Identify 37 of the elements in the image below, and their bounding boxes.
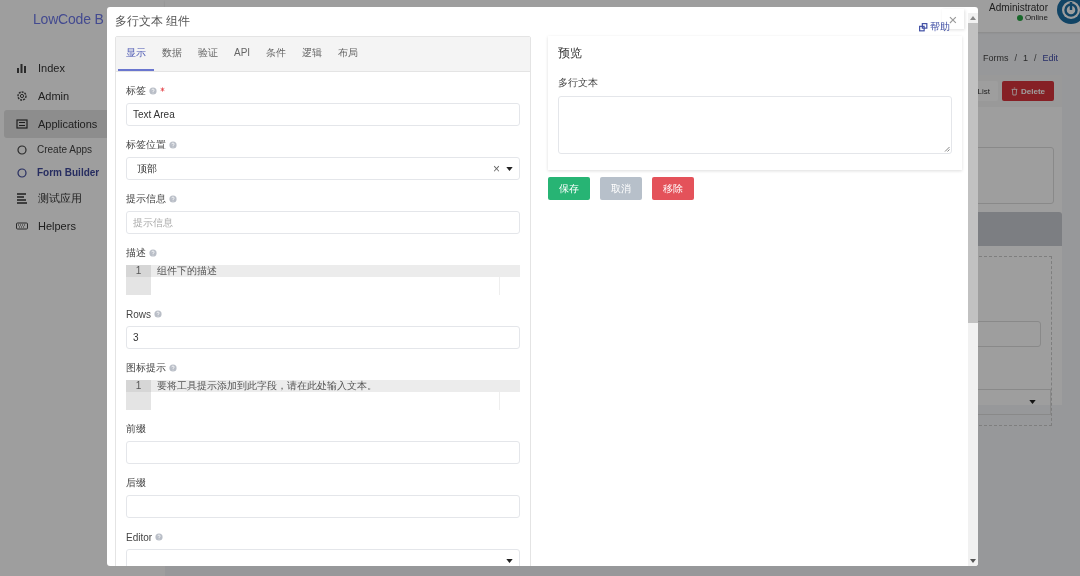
code-editor[interactable]: 1 要将工具提示添加到此字段，请在此处输入文本。 (126, 380, 520, 410)
code-editor[interactable]: 1 组件下的描述 (126, 265, 520, 295)
field-label: 前缀 (126, 422, 146, 436)
input-field[interactable]: 3 (126, 326, 520, 349)
preview-title: 预览 (558, 45, 583, 62)
field-label: Rows (126, 308, 151, 320)
line-number: 1 (126, 380, 151, 392)
breadcrumb-item: 1 (1022, 53, 1028, 63)
breadcrumb-item: Forms (982, 53, 1009, 63)
clear-button[interactable]: × (493, 161, 500, 176)
breadcrumb-item[interactable]: Edit (1042, 53, 1058, 63)
field-label: 后缀 (126, 476, 146, 490)
action-button[interactable]: Delete (1002, 81, 1054, 101)
dialog-button[interactable]: 移除 (652, 177, 694, 200)
tab[interactable]: 验证 (190, 37, 226, 71)
tab[interactable]: 条件 (258, 37, 295, 71)
tab[interactable]: API (226, 37, 259, 71)
tab[interactable]: 布局 (330, 37, 367, 71)
field-label: 图标提示 (126, 361, 166, 375)
tab[interactable]: 显示 (118, 37, 154, 71)
field-label: Editor (126, 531, 153, 543)
tab[interactable]: 逻辑 (294, 37, 331, 71)
input-field[interactable]: Text Area (126, 103, 520, 126)
field-label: 标签位置 (126, 138, 166, 152)
tab[interactable]: 数据 (154, 37, 190, 71)
field-label: 多行文本 (558, 76, 599, 90)
breadcrumb-separator: / (1014, 53, 1017, 63)
line-number: 1 (126, 265, 151, 277)
field-label: 描述 (126, 246, 146, 260)
user-status: Online (1016, 13, 1048, 22)
field-label: 标签 (126, 84, 146, 98)
select-field[interactable]: 顶部 × (126, 157, 520, 180)
user-name: Administrator (989, 2, 1048, 13)
breadcrumb-separator: / (1033, 53, 1037, 63)
field-label: 提示信息 (126, 192, 166, 206)
dialog-title: 多行文本 组件 (115, 13, 191, 30)
brand-title: LowCode B (33, 11, 104, 27)
